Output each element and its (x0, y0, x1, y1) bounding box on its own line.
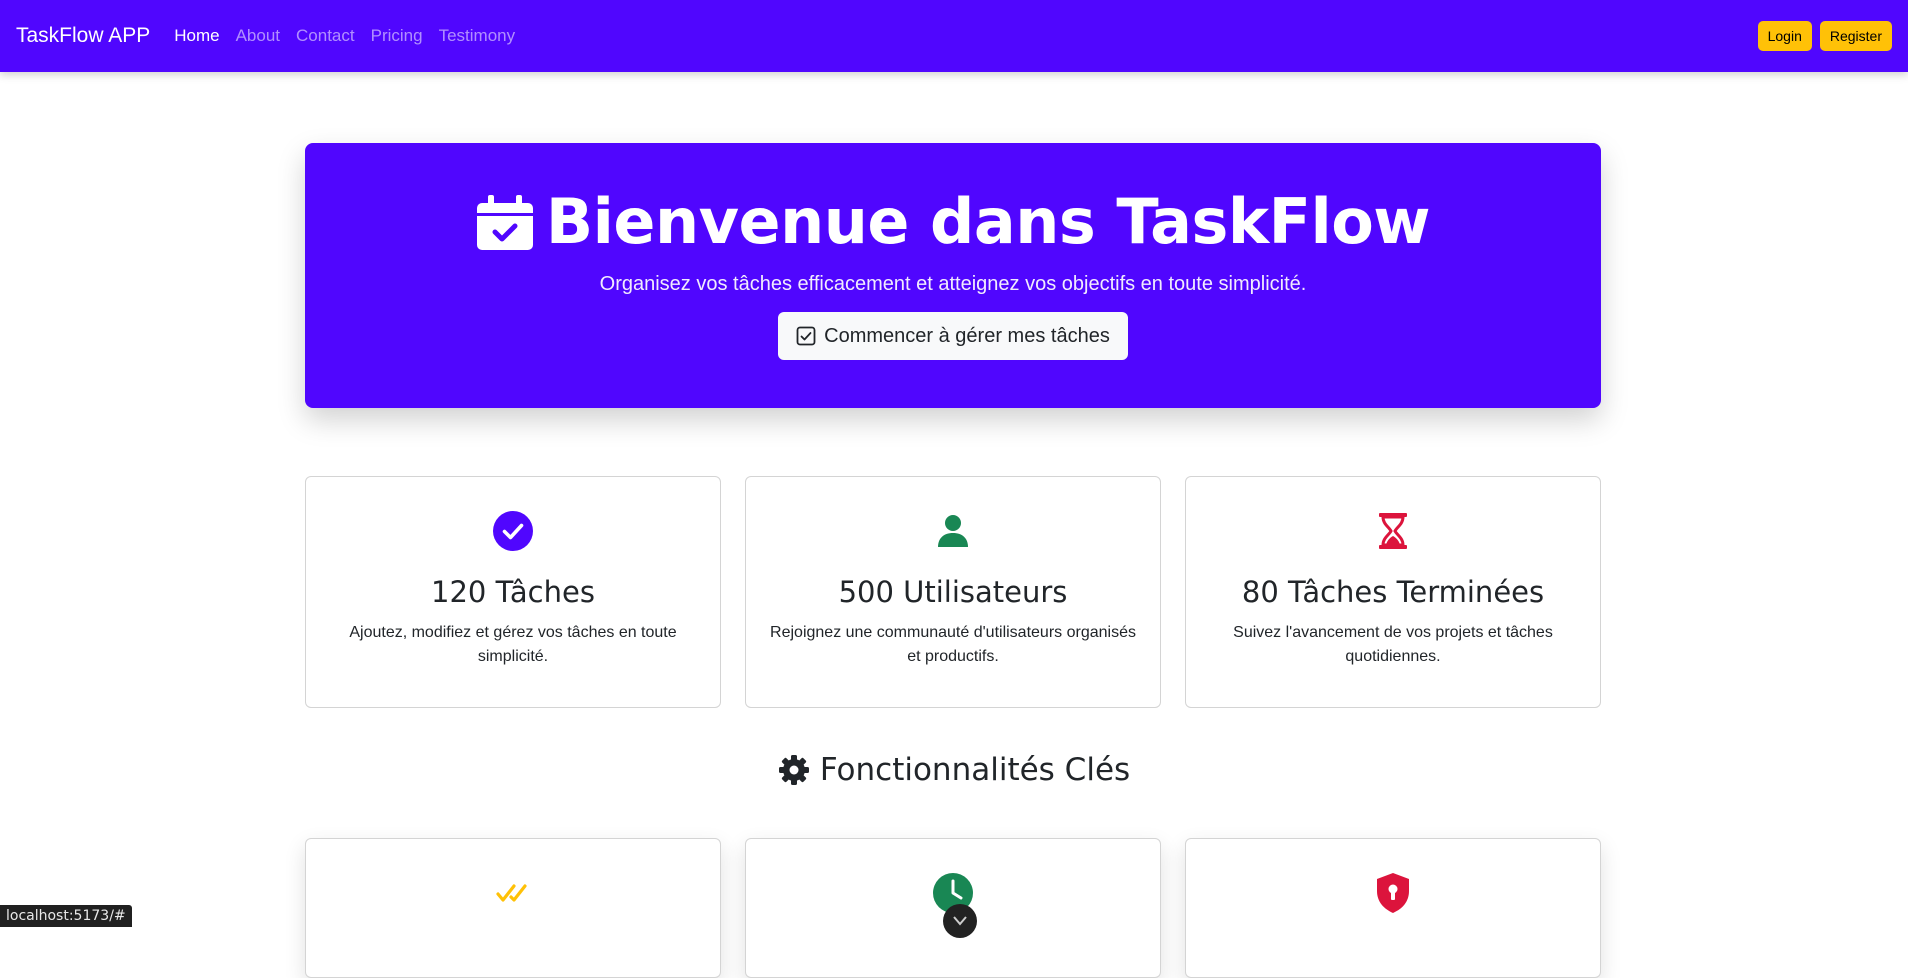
gear-icon (778, 755, 809, 785)
feature-card-tasks (305, 838, 721, 978)
nav-link-home[interactable]: Home (174, 26, 219, 46)
chevron-down-icon (953, 916, 967, 926)
check-circle-icon (493, 511, 533, 551)
nav-link-contact[interactable]: Contact (296, 26, 355, 46)
stat-title: 80 Tâches Terminées (1241, 575, 1545, 609)
nav-link-pricing[interactable]: Pricing (371, 26, 423, 46)
user-icon (938, 515, 968, 547)
nav-link-testimony[interactable]: Testimony (439, 26, 516, 46)
hero-banner: Bienvenue dans TaskFlow Organisez vos tâ… (305, 143, 1601, 408)
feature-card-security (1185, 838, 1601, 978)
features-heading: Fonctionnalités Clés (0, 752, 1908, 788)
auth-buttons: Login Register (1757, 21, 1892, 51)
navbar: TaskFlow APP Home About Contact Pricing … (0, 0, 1908, 72)
double-check-icon (496, 884, 527, 902)
stat-card-users: 500 Utilisateurs Rejoignez une communaut… (745, 476, 1161, 708)
features-title: Fonctionnalités Clés (819, 752, 1131, 788)
register-button[interactable]: Register (1819, 21, 1892, 51)
stat-title: 500 Utilisateurs (838, 575, 1068, 609)
stat-title: 120 Tâches (431, 575, 595, 609)
nav-links: Home About Contact Pricing Testimony (174, 26, 531, 46)
stat-text: Rejoignez une communauté d'utilisateurs … (770, 624, 1136, 665)
hero-title-row: Bienvenue dans TaskFlow (476, 185, 1431, 258)
start-tasks-label: Commencer à gérer mes tâches (824, 324, 1110, 347)
stat-card-completed: 80 Tâches Terminées Suivez l'avancement … (1185, 476, 1601, 708)
stat-text: Ajoutez, modifiez et gérez vos tâches en… (349, 624, 677, 665)
check-square-icon (796, 326, 816, 346)
hourglass-icon (1379, 513, 1407, 549)
calendar-check-icon (476, 195, 533, 250)
scroll-down-button[interactable] (943, 904, 977, 938)
nav-link-about[interactable]: About (236, 26, 280, 46)
start-tasks-button[interactable]: Commencer à gérer mes tâches (778, 312, 1128, 360)
login-button[interactable]: Login (1757, 21, 1812, 51)
stat-text: Suivez l'avancement de vos projets et tâ… (1233, 624, 1553, 665)
hero-subtitle: Organisez vos tâches efficacement et att… (599, 273, 1307, 295)
shield-lock-icon (1377, 873, 1409, 913)
hero-title: Bienvenue dans TaskFlow (545, 185, 1431, 258)
link-status-bar: localhost:5173/# (0, 905, 132, 927)
stat-card-tasks: 120 Tâches Ajoutez, modifiez et gérez vo… (305, 476, 721, 708)
brand-link[interactable]: TaskFlow APP (16, 24, 150, 48)
